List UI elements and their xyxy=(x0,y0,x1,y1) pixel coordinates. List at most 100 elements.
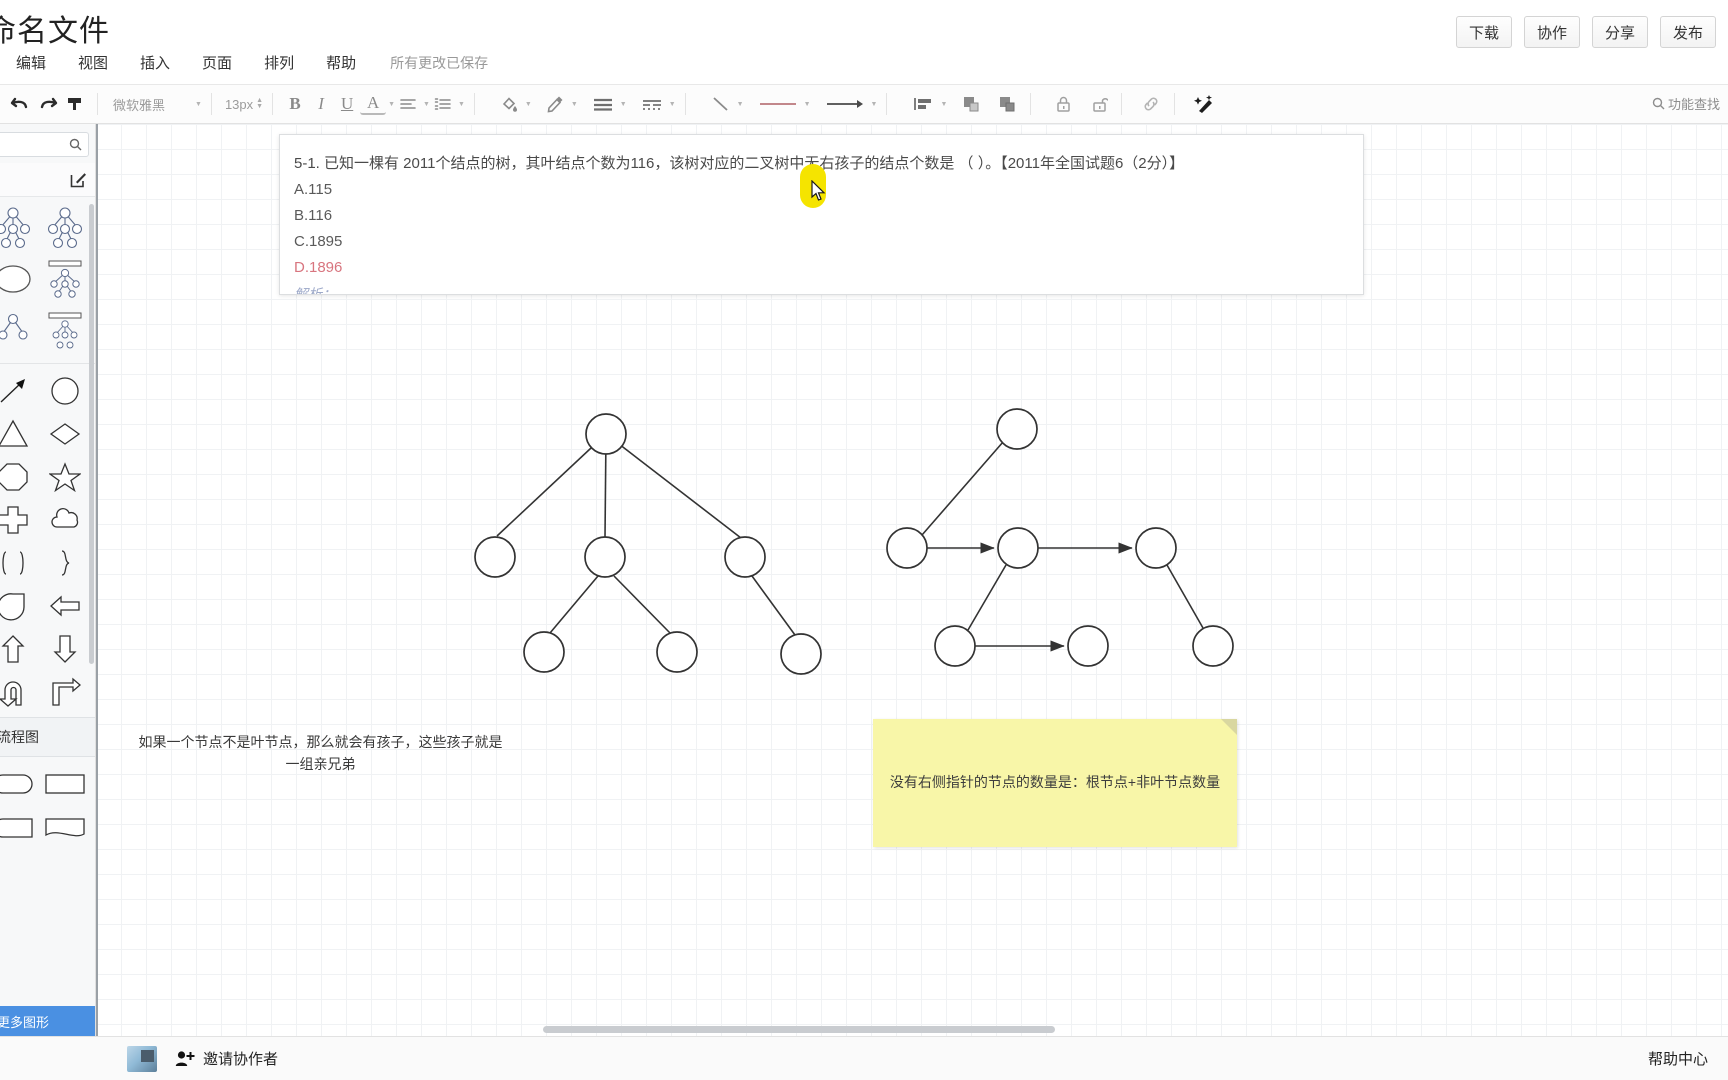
format-painter-icon[interactable] xyxy=(62,89,88,119)
canvas-horizontal-scrollbar[interactable] xyxy=(543,1026,1055,1033)
tree-template-thumb[interactable] xyxy=(0,311,33,351)
diamond-shape-icon[interactable] xyxy=(42,417,88,451)
pen-color-icon[interactable] xyxy=(542,89,569,119)
link-icon[interactable] xyxy=(1137,89,1165,119)
invite-collaborator-label: 邀请协作者 xyxy=(203,1051,279,1068)
tree-template-row xyxy=(0,253,95,305)
invite-collaborator-button[interactable]: 邀请协作者 xyxy=(175,1048,278,1069)
collaborate-button[interactable]: 协作 xyxy=(1523,16,1580,48)
function-search[interactable]: 功能查找 xyxy=(1652,94,1720,113)
text-color-button[interactable]: A xyxy=(360,93,387,115)
chevron-down-icon[interactable]: ▼ xyxy=(423,101,430,108)
toolbar-separator xyxy=(1121,93,1123,115)
up-arrow-shape-icon[interactable] xyxy=(0,632,36,666)
line-connector-icon[interactable] xyxy=(754,89,802,119)
lock-icon[interactable] xyxy=(1050,89,1076,119)
binary-node xyxy=(996,408,1038,450)
edit-shapes-icon[interactable] xyxy=(70,171,87,188)
menu-item-insert[interactable]: 插入 xyxy=(124,50,186,75)
terminator-shape-icon[interactable] xyxy=(0,811,36,845)
shapes-sidebar: 流程图 更多图形 xyxy=(0,124,96,1036)
help-center-button[interactable]: 帮助中心 xyxy=(1648,1048,1708,1069)
align-objects-icon[interactable] xyxy=(908,89,938,119)
font-family-select[interactable]: 微软雅黑 xyxy=(107,95,193,114)
star-shape-icon[interactable] xyxy=(42,460,88,494)
more-shapes-button[interactable]: 更多图形 xyxy=(0,1006,95,1036)
share-button[interactable]: 分享 xyxy=(1591,16,1648,48)
send-backward-icon[interactable] xyxy=(993,89,1021,119)
chevron-down-icon[interactable]: ▼ xyxy=(388,101,395,108)
tree-template-thumb[interactable] xyxy=(45,205,85,249)
binary-node xyxy=(886,527,928,569)
triangle-shape-icon[interactable] xyxy=(0,417,36,451)
brackets-shape-icon[interactable] xyxy=(0,546,36,580)
align-icon[interactable] xyxy=(395,89,421,119)
menu-item-help[interactable]: 帮助 xyxy=(310,50,372,75)
chevron-down-icon[interactable]: ▼ xyxy=(737,101,744,108)
menu-item-edit[interactable]: 编辑 xyxy=(0,50,62,75)
question-card[interactable]: 5-1. 已知一棵有 2011个结点的树，其叶结点个数为116，该树对应的二叉树… xyxy=(279,134,1364,295)
chevron-down-icon[interactable]: ▼ xyxy=(871,101,878,108)
bent-arrow-shape-icon[interactable] xyxy=(42,675,88,709)
download-button[interactable]: 下载 xyxy=(1455,16,1512,48)
sidebar-group-title-flowchart[interactable]: 流程图 xyxy=(0,717,95,757)
ellipse-template-thumb[interactable] xyxy=(0,259,33,299)
italic-button[interactable]: I xyxy=(308,89,334,119)
tree-template-row xyxy=(0,201,95,253)
u-turn-arrow-shape-icon[interactable] xyxy=(0,675,36,709)
undo-icon[interactable] xyxy=(6,89,34,119)
cloud-shape-icon[interactable] xyxy=(42,503,88,537)
quarter-round-shape-icon[interactable] xyxy=(0,589,36,623)
unlock-icon[interactable] xyxy=(1086,89,1112,119)
brace-shape-icon[interactable] xyxy=(42,546,88,580)
menu-item-view[interactable]: 视图 xyxy=(62,50,124,75)
line-style-icon[interactable] xyxy=(637,89,667,119)
chevron-down-icon[interactable]: ▼ xyxy=(525,101,532,108)
document-shape-icon[interactable] xyxy=(42,811,88,845)
publish-button[interactable]: 发布 xyxy=(1659,16,1716,48)
chevron-down-icon[interactable]: ▼ xyxy=(669,101,676,108)
sidebar-scrollbar[interactable] xyxy=(89,204,94,664)
arrow-shape-icon[interactable] xyxy=(0,374,36,408)
magic-wand-icon[interactable] xyxy=(1190,89,1220,119)
fill-color-icon[interactable] xyxy=(496,89,523,119)
redo-icon[interactable] xyxy=(34,89,62,119)
left-arrow-shape-icon[interactable] xyxy=(42,589,88,623)
menu-item-arrange[interactable]: 排列 xyxy=(248,50,310,75)
binary-node xyxy=(934,625,976,667)
diagram-canvas[interactable]: 5-1. 已知一棵有 2011个结点的树，其叶结点个数为116，该树对应的二叉树… xyxy=(96,124,1728,1036)
chevron-down-icon[interactable]: ▼ xyxy=(195,101,202,108)
chevron-down-icon[interactable]: ▼ xyxy=(940,101,947,108)
diagonal-line-icon[interactable] xyxy=(707,89,735,119)
shape-search-input[interactable] xyxy=(0,132,89,157)
bring-forward-icon[interactable] xyxy=(957,89,985,119)
rect-shape-icon[interactable] xyxy=(42,767,88,801)
circle-shape-icon[interactable] xyxy=(42,374,88,408)
toolbar-separator xyxy=(473,93,475,115)
chevron-down-icon[interactable]: ▼ xyxy=(620,101,627,108)
list-icon[interactable] xyxy=(430,89,456,119)
font-size-stepper[interactable]: 13px ▲ ▼ xyxy=(225,97,263,112)
stepper-arrows-icon[interactable]: ▲ ▼ xyxy=(256,97,263,110)
tree-template-thumb-dense[interactable] xyxy=(45,311,85,351)
tree-template-thumb[interactable] xyxy=(0,205,33,249)
sticky-note[interactable]: 没有右侧指针的节点的数量是：根节点+非叶节点数量 xyxy=(873,719,1237,847)
chevron-down-icon[interactable]: ▼ xyxy=(804,101,811,108)
bold-button[interactable]: B xyxy=(282,89,308,119)
cross-shape-icon[interactable] xyxy=(0,503,36,537)
chevron-down-icon[interactable]: ▼ xyxy=(458,101,465,108)
chevron-down-icon[interactable]: ▼ xyxy=(571,101,578,108)
line-weight-icon[interactable] xyxy=(588,89,618,119)
rounded-rect-shape-icon[interactable] xyxy=(0,767,36,801)
document-title[interactable]: 命名文件 xyxy=(0,6,110,50)
mouse-cursor-icon xyxy=(811,180,826,201)
arrow-connector-icon[interactable] xyxy=(821,89,869,119)
menu-item-page[interactable]: 页面 xyxy=(186,50,248,75)
underline-button[interactable]: U xyxy=(334,89,360,119)
toolbar-separator xyxy=(684,93,686,115)
down-arrow-shape-icon[interactable] xyxy=(42,632,88,666)
canvas-text-note[interactable]: 如果一个节点不是叶节点，那么就会有孩子，这些孩子就是一组亲兄弟 xyxy=(138,731,503,775)
tree-node xyxy=(584,536,626,578)
octagon-shape-icon[interactable] xyxy=(0,460,36,494)
tree-template-thumb-dashed[interactable] xyxy=(45,259,85,299)
